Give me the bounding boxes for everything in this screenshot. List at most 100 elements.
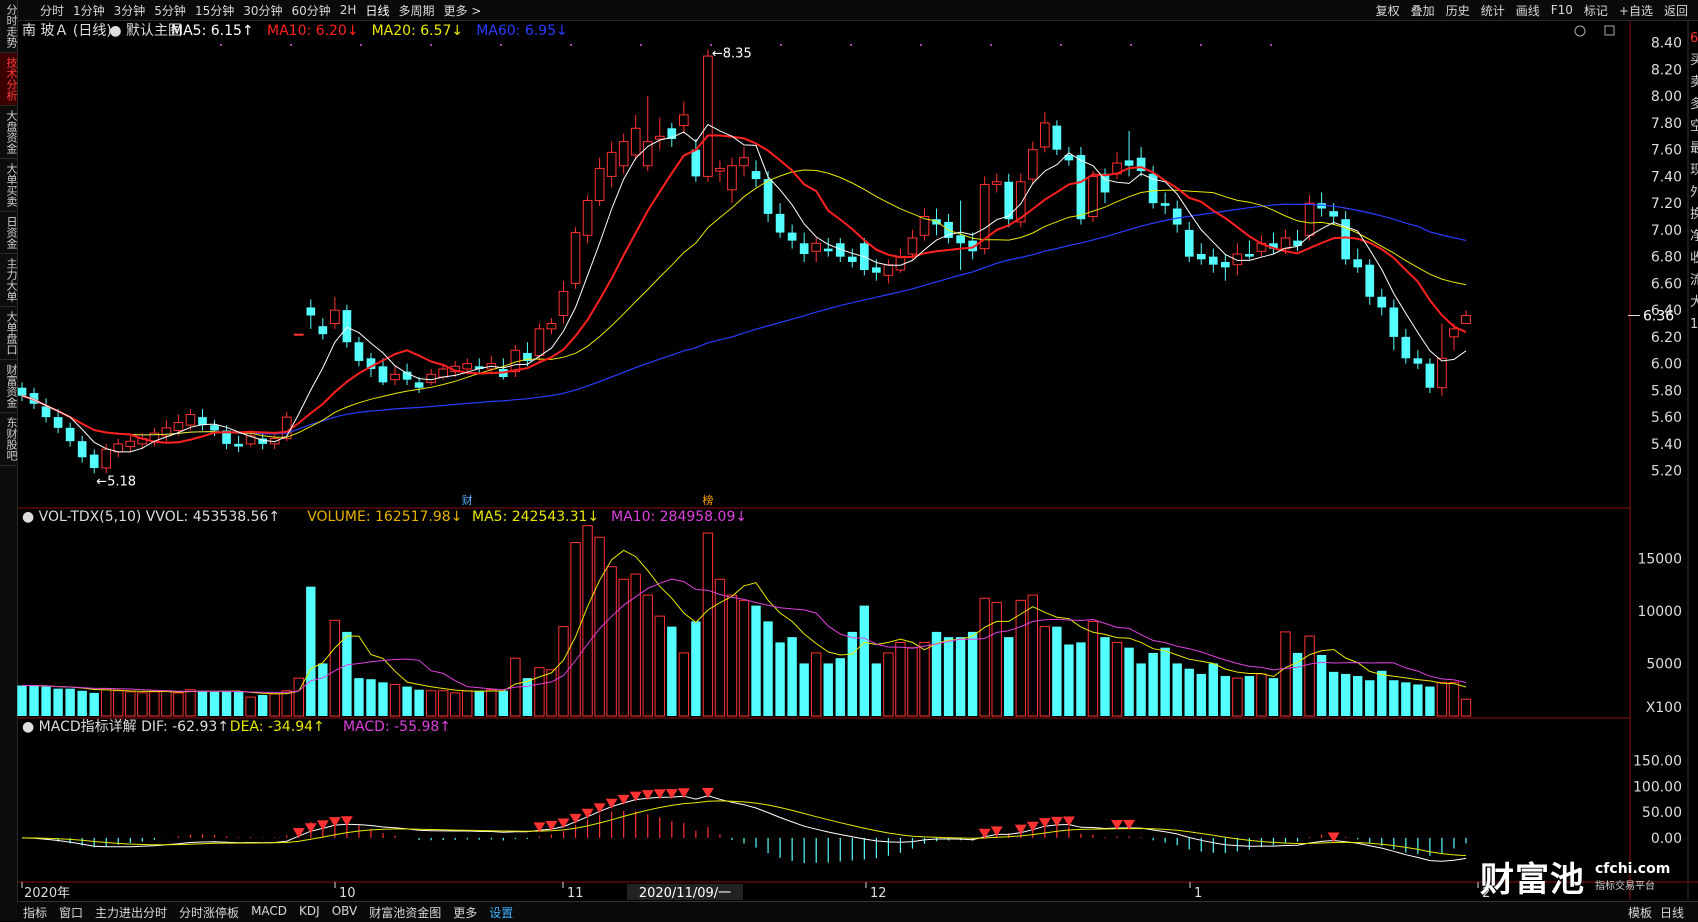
right-edge-char: 现 — [1690, 163, 1698, 178]
volume-bar-down — [354, 678, 364, 716]
candle-up — [654, 135, 665, 140]
candle-down — [847, 256, 857, 263]
price-axis-label: 5.20 — [1651, 464, 1682, 480]
volume-bar-up — [1448, 681, 1460, 717]
vol_legend-item-0: ● VOL-TDX(5,10) VVOL: 453538.56↑ — [22, 509, 280, 525]
candle-down — [1425, 363, 1435, 388]
volume-bar-down — [318, 663, 328, 716]
volume-bar-down — [366, 679, 376, 716]
price-axis-label: 5.80 — [1651, 383, 1682, 399]
price-axis-label: 6.80 — [1651, 250, 1682, 266]
right-edge-char: 换 — [1690, 207, 1698, 222]
volume-bar-down — [1389, 680, 1399, 716]
volume-bar-up — [1304, 635, 1315, 717]
volume-bar-up — [714, 578, 726, 717]
price-axis-label: 7.20 — [1651, 196, 1682, 212]
candle-up — [1304, 202, 1315, 236]
volume-bar-down — [402, 686, 412, 716]
volume-bar-up — [1280, 631, 1291, 717]
macd-signal-marker — [328, 817, 341, 828]
volume-bar-up — [137, 692, 148, 717]
bottom-right-tab-0[interactable]: 模板 — [1628, 904, 1652, 921]
bottom-tab-9[interactable]: 设置 — [489, 904, 513, 921]
candle-up — [558, 290, 569, 316]
candle-down — [378, 366, 388, 383]
bottom-tab-0[interactable]: 指标 — [23, 904, 47, 921]
volume-bar-down — [1064, 644, 1074, 716]
volume-bar-up — [149, 691, 160, 717]
grid-dot — [780, 44, 782, 46]
grid-dot — [850, 44, 852, 46]
bottom-tab-4[interactable]: MACD — [251, 904, 287, 921]
volume-bar-down — [691, 621, 701, 716]
volume-bar-down — [17, 685, 27, 716]
candle-down — [354, 342, 364, 361]
bottom-tab-6[interactable]: OBV — [332, 904, 358, 921]
volume-bar-down — [1184, 668, 1194, 716]
volume-bar-up — [630, 573, 641, 717]
grid-dot — [1060, 44, 1062, 46]
volume-bar-down — [775, 642, 785, 716]
volume-bar-down — [1100, 637, 1110, 716]
volume-bar-down — [53, 688, 63, 716]
volume-bar-down — [306, 586, 316, 716]
candle-up — [739, 157, 749, 167]
price-axis-label: 6.20 — [1651, 330, 1682, 346]
volume-bar-up — [281, 690, 292, 717]
candle-down — [1221, 262, 1230, 268]
volume-bar-up — [486, 689, 497, 717]
restore-icon[interactable] — [1604, 25, 1615, 36]
volume-bar-up — [811, 652, 822, 717]
macd_legend-item-0: ● MACD指标详解 DIF: -62.93↑ — [22, 719, 229, 735]
macd-signal-marker — [593, 803, 606, 814]
macd-axis-label: 50.00 — [1642, 805, 1682, 821]
crosshair-date: 2020/11/09/一 — [639, 886, 731, 901]
volume-bar-down — [955, 637, 966, 716]
volume-bar-up — [642, 594, 653, 717]
kline-chart[interactable]: ←8.35 ←5.18 财 榜 8.40 8.20 8.00 7.80 7.60 7.40 7.20… — [0, 0, 1698, 921]
candle-up — [101, 448, 112, 469]
watermark-sub: 指标交易平台 — [1595, 880, 1655, 892]
volume-bar-up — [979, 597, 990, 717]
volume-axis-label: 5000 — [1646, 656, 1682, 672]
volume-bar-up — [1039, 626, 1051, 717]
bottom-tab-7[interactable]: 财富池资金图 — [369, 904, 441, 921]
volume-bar-down — [1365, 680, 1375, 716]
main_legend-item-5: MA60: 6.95↓ — [476, 23, 568, 39]
macd_legend-item-1: DEA: -34.94↑ — [230, 719, 325, 735]
bottom-tab-1[interactable]: 窗口 — [59, 904, 83, 921]
candle-down — [1076, 155, 1086, 220]
bottom-tab-2[interactable]: 主力进出分时 — [95, 904, 167, 921]
right-edge-char: 空 — [1690, 119, 1698, 134]
candle-down — [1377, 296, 1387, 308]
volume-bar-down — [1353, 676, 1363, 716]
volume-bar-up — [1015, 599, 1026, 717]
date-axis-label: 12 — [870, 886, 887, 901]
volume-bar-down — [1052, 626, 1062, 716]
volume-bar-down — [89, 692, 99, 716]
grid-dot — [1270, 44, 1272, 46]
bottom-right-tab-1[interactable]: 日线 — [1660, 904, 1684, 921]
volume-bar-up — [1436, 681, 1448, 717]
volume-bar-up — [895, 641, 906, 717]
right-edge-char: 多 — [1690, 96, 1698, 112]
right-edge-char: 1 — [1690, 317, 1698, 332]
volume-bar-down — [871, 663, 882, 716]
settings-icon[interactable] — [1574, 25, 1586, 37]
bottom-tab-3[interactable]: 分时涨停板 — [179, 904, 239, 921]
right-edge-char: 外 — [1690, 185, 1698, 200]
volume-bar-up — [1232, 677, 1243, 717]
candle-down — [956, 235, 965, 244]
volume-bar-up — [329, 619, 341, 717]
volume-bar-up — [450, 692, 461, 717]
grid-dot — [920, 44, 922, 46]
candle-down — [1245, 253, 1254, 257]
bottom-tab-8[interactable]: 更多 — [453, 904, 477, 921]
price-axis-label: 6.60 — [1651, 276, 1682, 292]
volume-bar-up — [594, 536, 605, 717]
bottom-tab-5[interactable]: KDJ — [299, 904, 320, 921]
macd-signal-marker — [605, 798, 618, 809]
volume-bar-up — [654, 615, 665, 717]
candle-down — [1124, 160, 1134, 166]
candle-down — [1365, 264, 1375, 297]
